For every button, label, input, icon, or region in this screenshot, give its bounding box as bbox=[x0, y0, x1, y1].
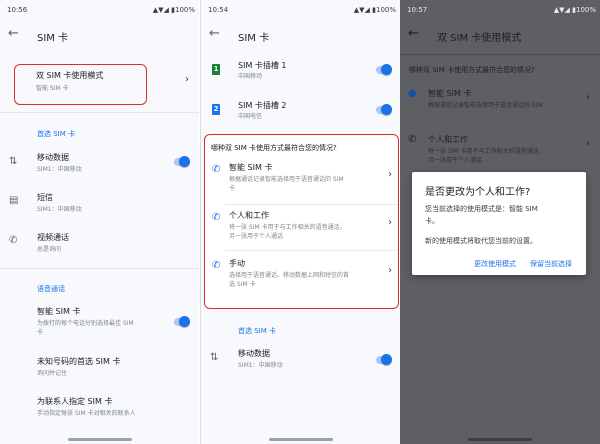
app-bar: ← SIM 卡 bbox=[201, 20, 400, 52]
mobile-data-item[interactable]: ⇅ 移动数据 SIM1：中国移动 bbox=[0, 148, 199, 180]
status-bar: 10:54 ▲▼◢ ▮100% bbox=[201, 0, 400, 20]
phone-work-icon: ✆ bbox=[408, 134, 417, 145]
page-title: 双 SIM 卡使用模式 bbox=[437, 33, 522, 44]
divider bbox=[400, 54, 600, 55]
sim-slot-1-carrier: 中国移动 bbox=[238, 73, 263, 80]
back-arrow-icon[interactable]: ← bbox=[8, 26, 19, 41]
signal-icon: ▲▼◢ bbox=[553, 6, 570, 14]
voice-call-header: 语音通话 bbox=[37, 285, 65, 293]
divider bbox=[0, 268, 199, 269]
dialog-message-line3: 新的使用模式将取代您当前的设置。 bbox=[425, 237, 537, 245]
option-personal-work-line1: 将一张 SIM 卡用于与工作相关的语音通话， bbox=[428, 148, 545, 155]
back-arrow-icon[interactable]: ← bbox=[209, 26, 220, 41]
smart-sim-desc-line2: 卡 bbox=[37, 329, 44, 336]
keep-current-button[interactable]: 保留当前选择 bbox=[530, 259, 572, 269]
contacts-sim-subtitle: 手动指定每张 SIM 卡对相关的联系人 bbox=[37, 410, 136, 417]
page-title: SIM 卡 bbox=[238, 33, 270, 44]
app-bar: ← 双 SIM 卡使用模式 bbox=[400, 20, 600, 52]
signal-icon: ▲▼◢ bbox=[152, 6, 169, 14]
sim-card-1-icon: 1 bbox=[212, 64, 220, 75]
mobile-data-title: 移动数据 bbox=[238, 349, 270, 358]
back-arrow-icon[interactable]: ← bbox=[408, 26, 419, 41]
sim-slot-2-toggle[interactable] bbox=[376, 104, 392, 115]
data-transfer-icon: ⇅ bbox=[9, 156, 18, 167]
battery-level: 100% bbox=[375, 6, 396, 14]
chevron-right-icon: › bbox=[185, 74, 189, 85]
smart-sim-toggle[interactable] bbox=[174, 316, 190, 327]
divider bbox=[0, 112, 199, 113]
battery-level: 100% bbox=[575, 6, 596, 14]
sim-settings-screen: 10:56 ▲▼◢ ▮100% ← SIM 卡 双 SIM 卡使用模式 智能 S… bbox=[0, 0, 199, 444]
video-call-title: 视频通话 bbox=[37, 233, 69, 242]
status-icons: ▲▼◢ ▮100% bbox=[153, 6, 195, 14]
sms-item[interactable]: ▤ 短信 SIM1：中国移动 bbox=[0, 188, 199, 218]
sim-slots-screen: 10:54 ▲▼◢ ▮100% ← SIM 卡 1 SIM 卡插槽 1 中国移动… bbox=[200, 0, 400, 444]
mode-question: 哪种双 SIM 卡使用方式最符合您的情况? bbox=[409, 66, 535, 74]
video-call-icon: ✆ bbox=[9, 235, 18, 246]
highlight-box bbox=[204, 134, 399, 309]
chevron-right-icon: › bbox=[586, 92, 590, 103]
status-time: 10:56 bbox=[7, 6, 28, 14]
option-smart-sim-title: 智能 SIM 卡 bbox=[428, 89, 472, 98]
dual-sim-mode-screen: 10:57 ▲▼◢ ▮100% ← 双 SIM 卡使用模式 哪种双 SIM 卡使… bbox=[400, 0, 600, 444]
dialog-message-line1: 您当前选择的使用模式是：智能 SIM bbox=[425, 205, 538, 213]
app-bar: ← SIM 卡 bbox=[0, 20, 199, 52]
page-title: SIM 卡 bbox=[37, 33, 69, 44]
change-mode-button[interactable]: 更改使用模式 bbox=[474, 259, 516, 269]
gesture-bar[interactable] bbox=[468, 438, 532, 441]
sim-slot-1-title: SIM 卡插槽 1 bbox=[238, 61, 287, 70]
smart-sim-title: 智能 SIM 卡 bbox=[37, 307, 81, 316]
option-personal-work-title: 个人和工作 bbox=[428, 135, 468, 144]
check-circle-icon: ● bbox=[408, 88, 417, 99]
sim-slot-2-carrier: 中国电信 bbox=[238, 113, 263, 120]
video-call-item[interactable]: ✆ 视频通话 总是询问 bbox=[0, 228, 199, 258]
chevron-right-icon: › bbox=[586, 138, 590, 149]
contacts-sim-item[interactable]: 为联系人指定 SIM 卡 手动指定每张 SIM 卡对相关的联系人 bbox=[0, 394, 199, 424]
mobile-data-toggle[interactable] bbox=[174, 156, 190, 167]
status-bar: 10:56 ▲▼◢ ▮100% bbox=[0, 0, 199, 20]
dialog-message-line2: 卡。 bbox=[425, 217, 439, 225]
signal-icon: ▲▼◢ bbox=[353, 6, 370, 14]
sim-slot-2-title: SIM 卡插槽 2 bbox=[238, 101, 287, 110]
sms-title: 短信 bbox=[37, 193, 53, 202]
sms-subtitle: SIM1：中国移动 bbox=[37, 206, 82, 213]
battery-level: 100% bbox=[174, 6, 195, 14]
sim-slot-1-item[interactable]: 1 SIM 卡插槽 1 中国移动 bbox=[201, 58, 400, 88]
status-bar: 10:57 ▲▼◢ ▮100% bbox=[400, 0, 600, 20]
change-mode-dialog: 是否更改为个人和工作? 您当前选择的使用模式是：智能 SIM 卡。 新的使用模式… bbox=[412, 172, 586, 275]
sim-slot-1-toggle[interactable] bbox=[376, 64, 392, 75]
status-time: 10:57 bbox=[407, 6, 428, 14]
smart-sim-desc-line1: 为拨打的每个电话分别选择最佳 SIM bbox=[37, 320, 134, 327]
contacts-sim-title: 为联系人指定 SIM 卡 bbox=[37, 397, 113, 406]
mobile-data-toggle[interactable] bbox=[376, 354, 392, 365]
unknown-number-item[interactable]: 未知号码的首选 SIM 卡 询问并记住 bbox=[0, 354, 199, 384]
gesture-bar[interactable] bbox=[268, 438, 333, 441]
unknown-number-title: 未知号码的首选 SIM 卡 bbox=[37, 357, 121, 366]
option-personal-work[interactable]: ✆ 个人和工作 将一张 SIM 卡用于与工作相关的语音通话， 另一张用于个人通话… bbox=[400, 130, 600, 170]
gesture-bar[interactable] bbox=[67, 438, 132, 441]
preferred-sim-header: 首选 SIM 卡 bbox=[238, 327, 276, 335]
unknown-number-subtitle: 询问并记住 bbox=[37, 370, 68, 377]
option-smart-sim[interactable]: ● 智能 SIM 卡 根据通话记录智能选择用于语音通话的 SIM › bbox=[400, 84, 600, 124]
sim-slot-2-item[interactable]: 2 SIM 卡插槽 2 中国电信 bbox=[201, 98, 400, 128]
mobile-data-item[interactable]: ⇅ 移动数据 SIM1：中国移动 bbox=[201, 346, 400, 376]
highlight-box bbox=[14, 64, 147, 105]
preferred-sim-header: 首选 SIM 卡 bbox=[37, 130, 75, 138]
mobile-data-subtitle: SIM1：中国移动 bbox=[37, 166, 82, 173]
status-icons: ▲▼◢ ▮100% bbox=[354, 6, 396, 14]
mobile-data-subtitle: SIM1：中国移动 bbox=[238, 362, 283, 369]
data-transfer-icon: ⇅ bbox=[210, 352, 219, 363]
message-icon: ▤ bbox=[9, 195, 19, 206]
mobile-data-title: 移动数据 bbox=[37, 153, 69, 162]
sim-card-2-icon: 2 bbox=[212, 104, 220, 115]
dialog-title: 是否更改为个人和工作? bbox=[425, 187, 531, 198]
option-smart-sim-subtitle: 根据通话记录智能选择用于语音通话的 SIM bbox=[428, 102, 543, 109]
status-time: 10:54 bbox=[208, 6, 229, 14]
status-icons: ▲▼◢ ▮100% bbox=[554, 6, 596, 14]
video-call-subtitle: 总是询问 bbox=[37, 246, 62, 253]
option-personal-work-line2: 另一张用于个人通话 bbox=[428, 157, 483, 164]
smart-sim-item[interactable]: 智能 SIM 卡 为拨打的每个电话分别选择最佳 SIM 卡 bbox=[0, 304, 199, 342]
